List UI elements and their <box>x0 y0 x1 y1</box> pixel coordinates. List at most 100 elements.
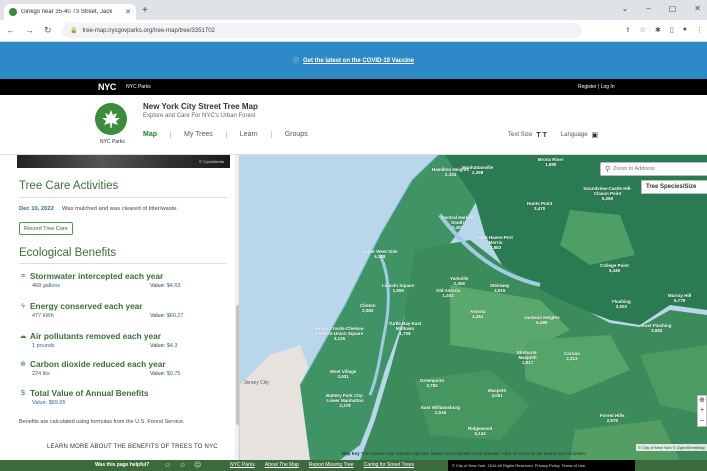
url-text: tree-map.nycgovparks.org/tree-map/tree/3… <box>82 27 215 34</box>
covid-banner: ⓘ Get the latest on the COVID-19 Vaccine <box>0 42 707 79</box>
map-label: Maspeth 3,001 <box>488 388 507 399</box>
benefit-unit: lbs <box>42 371 50 377</box>
new-tab-button[interactable]: + <box>142 5 148 16</box>
map-label: East Williamsburg 2,516 <box>421 405 460 416</box>
tree-photo: © CycloMedia <box>17 155 230 168</box>
benefit-amount: 1 <box>32 343 36 349</box>
benefit-value: $4.63 <box>166 283 181 289</box>
learn-more-link[interactable]: LEARN MORE ABOUT THE BENEFITS OF TREES T… <box>47 444 218 450</box>
benefit-title: Air pollutants removed each year <box>30 331 161 341</box>
value-label: Value: <box>150 283 166 289</box>
benefit-total-value: $ Total Value of Annual Benefits Value: $… <box>19 388 229 410</box>
site-nav: Map My Trees Learn Groups <box>143 131 321 138</box>
benefit-amount: 477 <box>32 313 42 319</box>
nyc-logo[interactable]: NYC <box>98 82 116 92</box>
care-description: Was mulched and was cleared of litter/wa… <box>62 206 179 212</box>
browser-extensions: ⇪ ☆ ✱ ▯ ● ⋮ <box>625 26 703 34</box>
tree-species-size-button[interactable]: Tree Species/Size <box>641 180 707 194</box>
map-label: Clinton 2,082 <box>360 303 376 314</box>
map-label: Mott Haven-Port Morris 2,883 <box>478 235 513 251</box>
value-label: Value: <box>32 400 48 406</box>
footer-link-about[interactable]: About The Map <box>265 462 299 468</box>
globe-icon: ⊕ <box>20 361 26 368</box>
map-label: Yorkville 2,408 <box>450 276 469 287</box>
zoom-controls: ⊕ + – <box>697 395 707 427</box>
register-login-links[interactable]: Register | Log In <box>578 84 615 90</box>
nav-map[interactable]: Map <box>143 131 170 138</box>
benefit-title: Total Value of Annual Benefits <box>30 388 149 398</box>
maximize-button[interactable]: ▢ <box>669 4 677 13</box>
map-label: Soundview-Castle Hill-Clason Point 5,260 <box>583 186 632 202</box>
covid-vaccine-link[interactable]: Get the latest on the COVID-19 Vaccine <box>303 58 414 64</box>
map-label: Upper West Side 5,388 <box>362 249 398 260</box>
footer-link-nyc-parks[interactable]: NYC Parks <box>230 462 255 468</box>
benefit-energy: ϟ Energy conserved each year 477 kWh Valu… <box>19 301 229 323</box>
browser-tab[interactable]: Ginkgo near 35-40 73 Street, Jack ✕ <box>4 4 136 20</box>
nav-my-trees[interactable]: My Trees <box>170 131 226 138</box>
window-controls: ⌄ – ▢ ✕ <box>622 4 701 13</box>
close-window-button[interactable]: ✕ <box>694 4 701 13</box>
menu-icon[interactable]: ⋮ <box>696 26 703 34</box>
share-icon[interactable]: ⇪ <box>625 26 631 34</box>
forward-icon[interactable]: → <box>25 25 34 36</box>
close-tab-icon[interactable]: ✕ <box>125 8 131 16</box>
tree-care-heading: Tree Care Activities <box>19 180 119 192</box>
benefit-amount: 224 <box>32 371 42 377</box>
map-label: Battery Park City-Lower Manhattan 2,378 <box>326 393 364 409</box>
address-bar-row: ← → ↻ 🔒 tree-map.nycgovparks.org/tree-ma… <box>0 20 707 42</box>
scrollbar-thumb[interactable] <box>236 305 239 425</box>
info-icon: ⓘ <box>292 59 299 65</box>
map-label: Corona 2,313 <box>564 351 580 362</box>
zoom-in-button[interactable]: + <box>698 406 706 416</box>
lightning-icon: ϟ <box>21 302 25 310</box>
address-search-input[interactable] <box>613 166 699 172</box>
map-key-label: Map Key <box>342 451 360 456</box>
nyc-global-bar: NYC NYC Parks Register | Log In <box>0 79 707 95</box>
map-attribution: © City of New York © OpenStreetMap <box>636 444 707 451</box>
back-icon[interactable]: ← <box>6 25 15 36</box>
benefit-title: Carbon dioxide reduced each year <box>30 359 166 369</box>
language-icon[interactable]: ▣ <box>592 131 599 139</box>
page-helpful-prompt: Was this page helpful? <box>95 462 150 468</box>
feedback-icons[interactable]: ☺ ☺ ☹ <box>164 461 204 469</box>
nyc-parks-leaf-logo[interactable] <box>95 103 127 135</box>
tree-map[interactable]: Hamilton Heights 2,334 Manhattanville 2,36… <box>240 155 707 460</box>
locate-button[interactable]: ⊕ <box>698 396 706 406</box>
tree-detail-sidebar: © CycloMedia Tree Care Activities Dec 10… <box>0 155 240 460</box>
benefit-title: Stormwater intercepted each year <box>30 271 164 281</box>
bookmark-star-icon[interactable]: ☆ <box>640 26 646 34</box>
record-tree-care-button[interactable]: Record Tree Care <box>19 222 73 235</box>
tab-title: Ginkgo near 35-40 73 Street, Jack <box>21 9 113 15</box>
extensions-icon[interactable]: ✱ <box>655 26 661 34</box>
text-size-button[interactable]: T T <box>536 132 547 139</box>
map-key: Map Key Tree marker color indicates spec… <box>342 451 587 456</box>
address-search[interactable]: ⚲ <box>600 162 707 176</box>
profile-icon[interactable]: ● <box>683 26 687 34</box>
site-subtitle: Explore and Care For NYC's Urban Forest <box>143 113 256 119</box>
reload-icon[interactable]: ↻ <box>44 25 52 36</box>
site-title[interactable]: New York City Street Tree Map <box>143 102 258 111</box>
divider <box>19 197 227 198</box>
minimize-button[interactable]: – <box>646 4 650 13</box>
site-header: NYC Parks New York City Street Tree Map … <box>0 95 707 155</box>
sidebar-icon[interactable]: ▯ <box>670 26 674 34</box>
benefit-amount: 468 <box>32 283 42 289</box>
map-label: Elmhurst-Maspeth 1,917 <box>516 350 538 366</box>
footer-link-report-missing[interactable]: Report Missing Tree <box>309 462 354 468</box>
nav-learn[interactable]: Learn <box>225 131 271 138</box>
benefit-unit: gallons <box>42 283 61 289</box>
zoom-out-button[interactable]: – <box>698 416 706 426</box>
map-label: Greenpoint 3,782 <box>420 378 445 389</box>
nyc-parks-link[interactable]: NYC Parks <box>126 84 151 90</box>
map-label: Astoria 4,451 <box>470 309 486 320</box>
nav-groups[interactable]: Groups <box>270 131 321 138</box>
lock-icon[interactable]: 🔒 <box>70 27 77 34</box>
water-drop-icon: ♒ <box>19 273 27 280</box>
benefit-value: $0.75 <box>166 371 181 377</box>
url-field[interactable]: 🔒 tree-map.nycgovparks.org/tree-map/tree… <box>62 23 582 38</box>
map-label: College Point 3,449 <box>600 263 629 274</box>
footer-link-caring[interactable]: Caring for Street Trees <box>364 462 415 468</box>
footer-links: NYC Parks About The Map Report Missing T… <box>230 462 414 468</box>
tab-search-icon[interactable]: ⌄ <box>622 4 629 13</box>
map-label: Ridgewood 6,134 <box>468 426 493 437</box>
